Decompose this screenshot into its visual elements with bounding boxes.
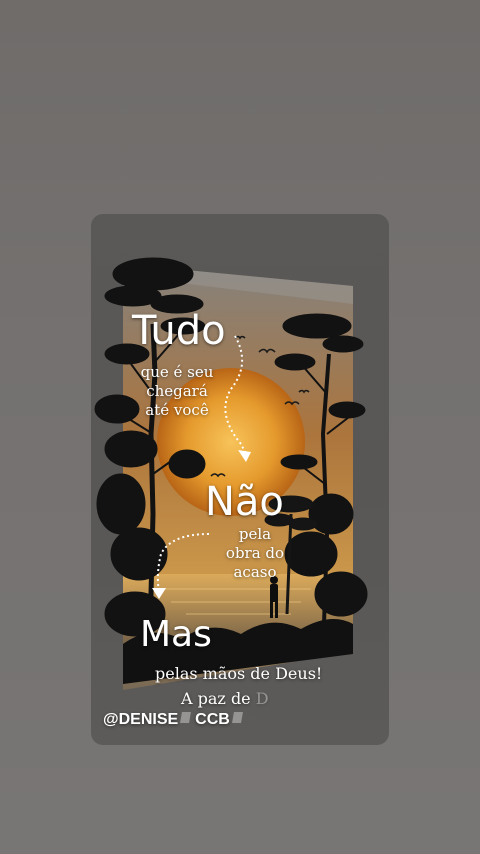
footer-note-visible: A paz de bbox=[181, 689, 256, 708]
author-tag[interactable]: @DENISE CCB bbox=[103, 711, 247, 729]
line2-row-3: acaso bbox=[233, 563, 277, 581]
line2-text: pela obra do acaso bbox=[221, 525, 289, 582]
word-tudo: Tudo bbox=[132, 308, 226, 354]
word-nao: Não bbox=[205, 479, 284, 525]
story-card[interactable]: Tudo que é seu chegará até você Não pela… bbox=[91, 214, 389, 745]
flag-icon bbox=[181, 712, 192, 726]
line1-text: que é seu chegará até você bbox=[137, 363, 217, 420]
author-suffix: CCB bbox=[195, 711, 230, 728]
word-mas: Mas bbox=[140, 614, 212, 655]
line1-row-3: até você bbox=[145, 401, 209, 419]
author-name: @DENISE bbox=[103, 711, 179, 728]
footer-note: A paz de D bbox=[181, 689, 269, 708]
line3-text: pelas mãos de Deus! bbox=[155, 664, 323, 683]
line2-row-1: pela bbox=[238, 525, 272, 543]
line1-row-1: que é seu bbox=[140, 363, 214, 381]
line1-row-2: chegará bbox=[146, 382, 208, 400]
line2-row-2: obra do bbox=[225, 544, 285, 562]
flag-icon bbox=[233, 712, 244, 726]
footer-note-faded: D bbox=[255, 689, 269, 708]
